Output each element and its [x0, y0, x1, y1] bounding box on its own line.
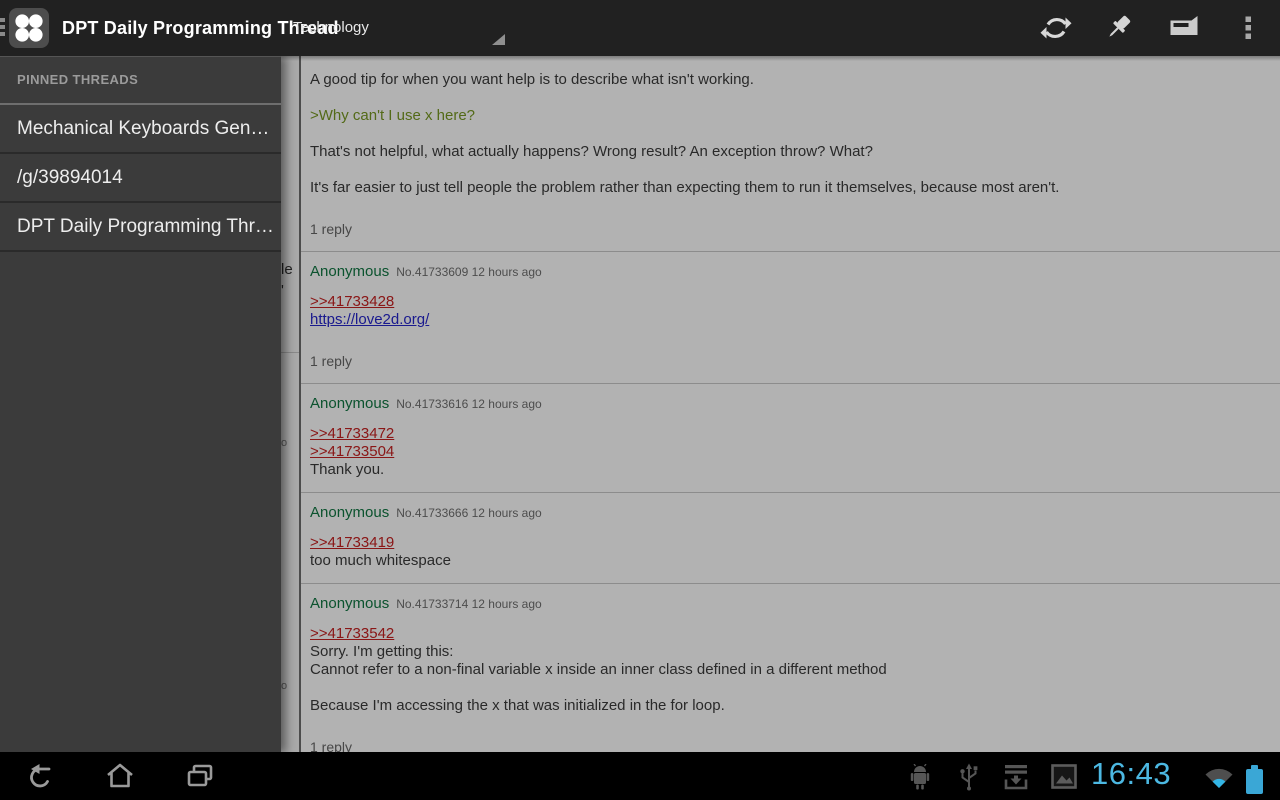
drawer-header: PINNED THREADS	[0, 57, 281, 105]
refresh-button[interactable]	[1024, 0, 1088, 56]
drawer-handle-icon[interactable]	[0, 18, 5, 39]
overflow-menu-icon	[1232, 12, 1264, 44]
reply-button[interactable]	[1152, 0, 1216, 56]
drawer-items: Mechanical Keyboards Gen… /g/39894014 DP…	[0, 105, 281, 252]
system-update-icon	[1002, 764, 1030, 795]
board-spinner[interactable]: Technology	[283, 6, 511, 50]
overflow-menu-button[interactable]	[1216, 0, 1280, 56]
pinned-thread-label: Mechanical Keyboards Gen…	[17, 118, 269, 139]
spinner-caret-icon	[492, 34, 505, 45]
screenshot-image-icon	[1050, 763, 1078, 795]
pinned-thread-label: /g/39894014	[17, 167, 123, 188]
pin-thread-button[interactable]	[1088, 0, 1152, 56]
board-spinner-label: Technology	[293, 14, 369, 42]
screen: DPT Daily Programming Thread Technology	[0, 0, 1280, 800]
pin-icon	[1104, 12, 1136, 44]
pinned-thread-item[interactable]: DPT Daily Programming Thr…	[0, 203, 281, 252]
back-icon	[22, 758, 58, 794]
recents-icon	[182, 758, 218, 794]
usb-icon	[958, 763, 980, 796]
pinned-threads-drawer: PINNED THREADS Mechanical Keyboards Gen……	[0, 56, 281, 752]
system-nav-bar: 16:43	[0, 752, 1280, 800]
pinned-thread-item[interactable]: /g/39894014	[0, 154, 281, 203]
status-clock: 16:43	[1091, 756, 1171, 792]
back-button[interactable]	[22, 758, 58, 794]
reply-icon	[1168, 12, 1200, 44]
action-bar-buttons	[1024, 0, 1280, 56]
android-debug-icon	[908, 764, 932, 795]
home-icon	[102, 758, 138, 794]
content-region: le'oo A good tip for when you want help …	[0, 56, 1280, 752]
recents-button[interactable]	[182, 758, 218, 794]
pinned-thread-label: DPT Daily Programming Thr…	[17, 216, 274, 237]
battery-icon	[1246, 761, 1263, 794]
home-button[interactable]	[102, 758, 138, 794]
wifi-icon	[1202, 764, 1236, 794]
refresh-icon	[1040, 12, 1072, 44]
action-bar: DPT Daily Programming Thread Technology	[0, 0, 1280, 56]
pinned-thread-item[interactable]: Mechanical Keyboards Gen…	[0, 105, 281, 154]
clover-icon	[9, 8, 49, 48]
clover-app-icon[interactable]	[9, 8, 49, 48]
